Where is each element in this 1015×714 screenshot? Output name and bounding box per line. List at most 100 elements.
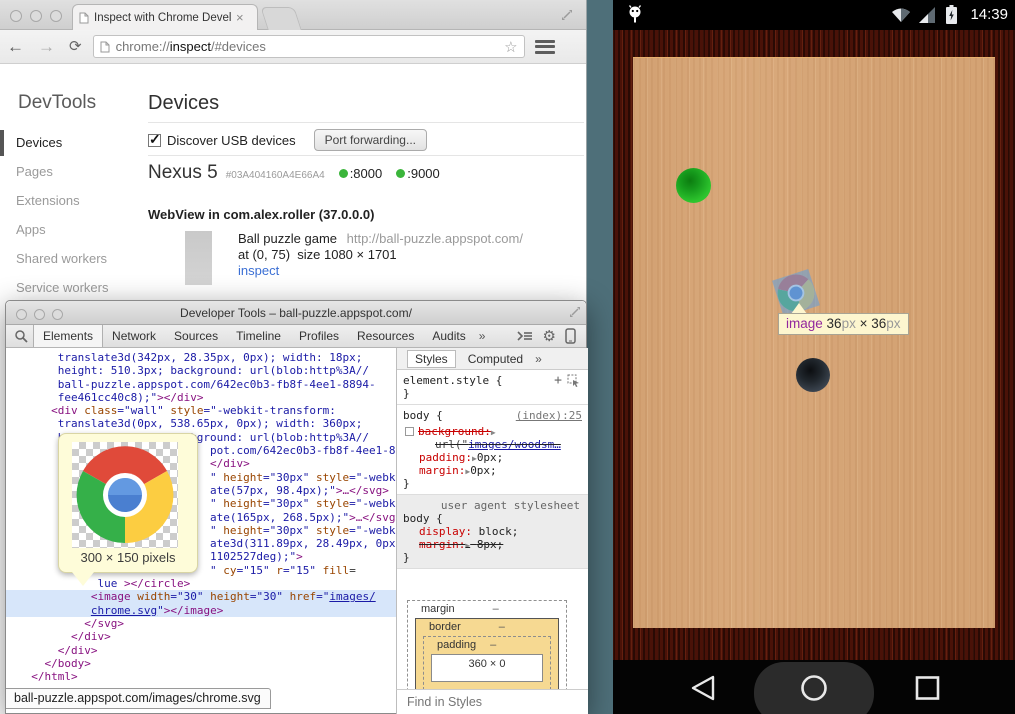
- tab-sources[interactable]: Sources: [165, 325, 227, 347]
- css-property-background[interactable]: background:▶: [403, 425, 582, 438]
- port-label: :9000: [407, 166, 440, 181]
- sidebar-item-apps[interactable]: Apps: [0, 217, 135, 243]
- padding-label: padding: [437, 639, 476, 651]
- margin-label: margin: [421, 603, 455, 615]
- browser-toolbar: ← → ⟳ chrome://inspect/#devices ☆: [0, 30, 586, 64]
- styles-tabs-overflow-icon[interactable]: »: [535, 352, 542, 366]
- tab-styles[interactable]: Styles: [407, 350, 456, 368]
- tab-network[interactable]: Network: [103, 325, 165, 347]
- window-resize-icon[interactable]: [560, 8, 574, 22]
- status-bar-clock: 14:39: [970, 6, 1008, 23]
- code-line[interactable]: translate3d(0px, 538.65px, 0px); width: …: [18, 417, 396, 430]
- code-line[interactable]: fee461cc40c8);"></div>: [18, 391, 396, 404]
- tab-resources[interactable]: Resources: [348, 325, 423, 347]
- window-resize-icon[interactable]: [568, 305, 582, 319]
- css-property-padding[interactable]: padding:▶0px;: [403, 451, 582, 464]
- device-mode-icon[interactable]: [565, 328, 576, 344]
- tab-profiles[interactable]: Profiles: [290, 325, 348, 347]
- divider: [148, 122, 584, 123]
- code-line[interactable]: </div>: [18, 644, 396, 657]
- code-line[interactable]: </svg>: [18, 617, 396, 630]
- android-status-bar: 14:39: [613, 0, 1015, 30]
- gear-icon[interactable]: ⚙: [543, 329, 556, 344]
- expand-arrow-icon[interactable]: ▶: [491, 428, 496, 437]
- green-ball[interactable]: [676, 168, 711, 203]
- port-forwarding-button[interactable]: Port forwarding...: [314, 129, 427, 151]
- reload-button[interactable]: ⟳: [62, 39, 89, 54]
- user-agent-rule-section[interactable]: user agent stylesheet body { display: bl…: [397, 495, 588, 569]
- code-line[interactable]: </div>: [18, 630, 396, 643]
- discover-usb-label: Discover USB devices: [167, 133, 296, 148]
- page-icon: [79, 12, 89, 24]
- box-model-padding: padding– 360 × 0: [423, 636, 551, 689]
- code-line[interactable]: height: 510.3px; background: url(blob:ht…: [18, 364, 396, 377]
- device-port: :8000: [339, 166, 383, 181]
- inspect-link[interactable]: inspect: [238, 263, 279, 278]
- discover-usb-checkbox[interactable]: ✓: [148, 134, 161, 147]
- tabs-overflow-icon[interactable]: »: [475, 325, 490, 347]
- code-line[interactable]: </html>: [18, 670, 396, 683]
- sidebar-item-pages[interactable]: Pages: [0, 159, 135, 185]
- property-value: 0px;: [477, 451, 504, 464]
- minimize-window-button[interactable]: [30, 10, 42, 22]
- tab-title: Inspect with Chrome Devel: [94, 12, 232, 24]
- search-icon[interactable]: [14, 329, 29, 344]
- tab-audits[interactable]: Audits: [423, 325, 474, 347]
- code-line[interactable]: <div class="wall" style="-webkit-transfo…: [18, 404, 396, 417]
- page-icon: [100, 41, 110, 53]
- bookmark-star-icon[interactable]: ☆: [504, 38, 517, 56]
- tab-elements[interactable]: Elements: [33, 325, 103, 347]
- forward-button[interactable]: →: [31, 38, 62, 55]
- element-style-section[interactable]: element.style { + }: [397, 370, 588, 405]
- image-preview-checkerboard: [72, 442, 178, 548]
- tab-computed[interactable]: Computed: [464, 351, 527, 367]
- chrome-menu-icon[interactable]: [535, 37, 555, 56]
- game-board[interactable]: [633, 57, 995, 628]
- new-tab-button[interactable]: [260, 7, 301, 30]
- webview-geometry: at (0, 75) size 1080 × 1701: [238, 247, 397, 262]
- zoom-window-button[interactable]: [50, 10, 62, 22]
- find-in-styles-input[interactable]: [407, 695, 587, 709]
- dark-ball[interactable]: [796, 358, 830, 392]
- image-preview-tooltip: 300 × 150 pixels: [58, 433, 198, 573]
- code-line[interactable]: </body>: [18, 657, 396, 670]
- css-property-display[interactable]: display: block;: [403, 525, 582, 538]
- back-button-icon[interactable]: [693, 677, 713, 699]
- code-line[interactable]: <image width="30" height="30" href="imag…: [6, 590, 396, 603]
- sidebar-item-extensions[interactable]: Extensions: [0, 188, 135, 214]
- styles-pane: Styles Computed » element.style { + } bo…: [396, 348, 588, 714]
- code-line[interactable]: translate3d(342px, 28.35px, 0px); width:…: [18, 351, 396, 364]
- css-property-margin[interactable]: margin:▶0px;: [403, 464, 582, 477]
- code-line[interactable]: chrome.svg"></image>: [6, 604, 396, 617]
- css-property-margin-overridden[interactable]: margin:▶ 8px;: [403, 538, 582, 551]
- box-model-margin: margin– border– padding– 360 × 0: [407, 600, 567, 689]
- inspect-element-icon[interactable]: [567, 374, 580, 387]
- sidebar-item-shared-workers[interactable]: Shared workers: [0, 246, 135, 272]
- sidebar-item-devices[interactable]: Devices: [0, 130, 135, 156]
- home-button-icon[interactable]: [803, 677, 826, 700]
- new-style-rule-icon[interactable]: +: [554, 373, 562, 388]
- styles-tabbar: Styles Computed »: [397, 348, 588, 370]
- property-checkbox[interactable]: [405, 427, 414, 436]
- sidebar-item-service-workers[interactable]: Service workers: [0, 275, 135, 301]
- port-label: :8000: [350, 166, 383, 181]
- code-line[interactable]: ball-puzzle.appspot.com/642ec0b3-fb8f-4e…: [18, 378, 396, 391]
- body-rule-section[interactable]: body { (index):25 background:▶ url("imag…: [397, 405, 588, 495]
- tab-timeline[interactable]: Timeline: [227, 325, 290, 347]
- box-model-diagram[interactable]: margin– border– padding– 360 × 0: [407, 600, 579, 689]
- recents-button-icon[interactable]: [917, 678, 938, 699]
- console-drawer-icon[interactable]: [516, 329, 534, 343]
- sidebar-title: DevTools: [18, 92, 96, 114]
- browser-tab[interactable]: Inspect with Chrome Devel ×: [72, 4, 258, 30]
- tab-close-icon[interactable]: ×: [236, 10, 244, 25]
- checkmark-icon: ✓: [149, 131, 161, 148]
- address-bar[interactable]: chrome://inspect/#devices ☆: [93, 35, 525, 58]
- rule-source-link[interactable]: (index):25: [516, 409, 582, 422]
- chrome-logo: [75, 445, 175, 545]
- back-button[interactable]: ←: [0, 38, 31, 55]
- close-window-button[interactable]: [10, 10, 22, 22]
- rule-selector: body {: [403, 512, 582, 525]
- desktop: Inspect with Chrome Devel × ← → ⟳ chrome…: [0, 0, 1015, 714]
- url-scheme: chrome://: [116, 39, 170, 54]
- property-name: display:: [419, 525, 472, 538]
